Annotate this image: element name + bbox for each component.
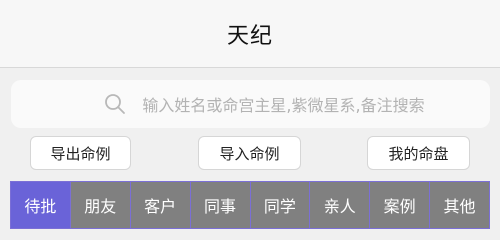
my-chart-button[interactable]: 我的命盘 [367,136,470,170]
search-icon [105,94,126,114]
tab-relatives[interactable]: 亲人 [310,182,371,228]
tab-friends[interactable]: 朋友 [70,182,131,228]
search-placeholder: 输入姓名或命宫主星,紫微星系,备注搜索 [142,96,425,115]
category-tab-bar: 待批 朋友 客户 同事 同学 亲人 案例 其他 [10,181,490,229]
import-charts-button[interactable]: 导入命例 [198,136,301,170]
tab-colleagues[interactable]: 同事 [190,182,251,228]
tab-others[interactable]: 其他 [430,182,489,228]
page-title: 天纪 [226,23,273,49]
nav-bar: 天纪 [0,0,500,68]
tab-pending[interactable]: 待批 [11,182,71,228]
export-charts-button[interactable]: 导出命例 [30,136,131,170]
tab-clients[interactable]: 客户 [130,182,191,228]
search-input[interactable]: 输入姓名或命宫主星,紫微星系,备注搜索 [11,80,490,128]
tab-cases[interactable]: 案例 [370,182,431,228]
tab-classmates[interactable]: 同学 [250,182,311,228]
